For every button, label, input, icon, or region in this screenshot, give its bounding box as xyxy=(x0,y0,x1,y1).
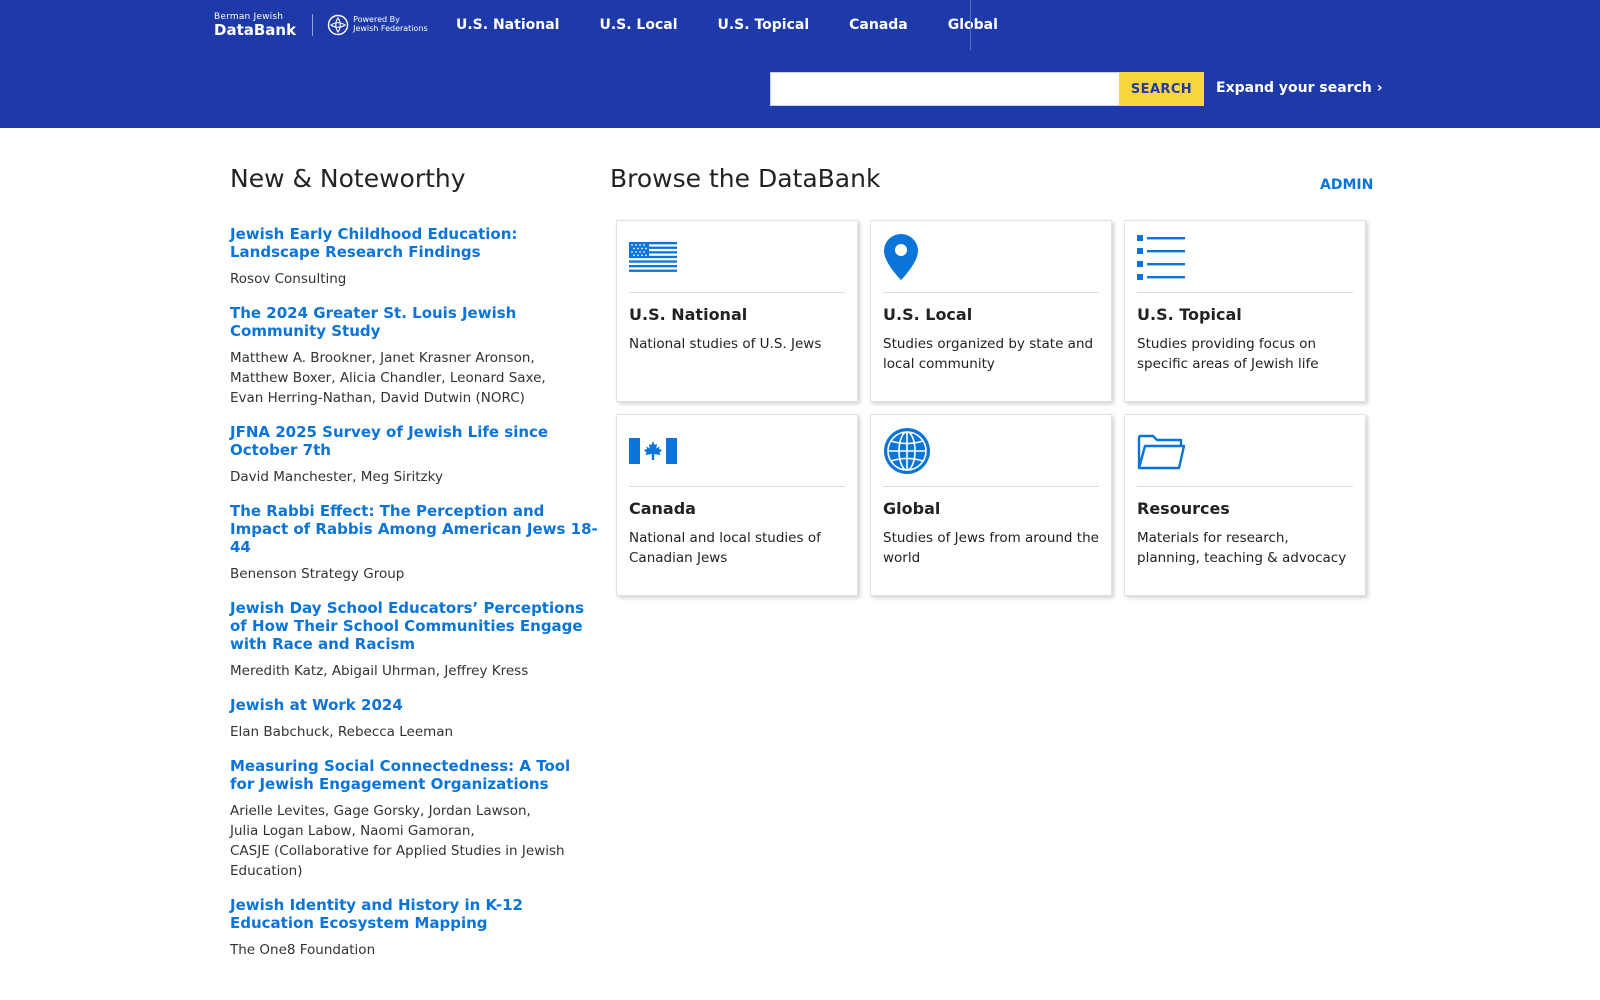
author-line: CASJE (Collaborative for Applied Studies… xyxy=(230,843,565,879)
author-line: Rosov Consulting xyxy=(230,271,347,287)
browse-section-title: Browse the DataBank xyxy=(610,164,881,193)
news-authors: Rosov Consulting xyxy=(230,269,598,289)
card-divider xyxy=(629,292,845,293)
author-line: Julia Logan Labow, Naomi Gamoran, xyxy=(230,823,475,839)
author-line: Evan Herring-Nathan, David Dutwin (NORC) xyxy=(230,390,525,406)
card-description: Studies organized by state and local com… xyxy=(883,336,1094,372)
news-title-link[interactable]: Jewish Day School Educators’ Perceptions… xyxy=(230,599,598,653)
news-title-link[interactable]: Jewish Early Childhood Education: Landsc… xyxy=(230,225,598,261)
card-title: U.S. Topical xyxy=(1137,305,1242,324)
news-title-link[interactable]: Measuring Social Connectedness: A Tool f… xyxy=(230,757,598,793)
browse-card-resources[interactable]: Resources Materials for research, planni… xyxy=(1124,414,1366,596)
federations-text: Jewish Federations xyxy=(353,24,428,33)
federations-logo: Powered By Jewish Federations xyxy=(327,14,428,36)
news-list: Jewish Early Childhood Education: Landsc… xyxy=(230,225,598,960)
list-icon xyxy=(1137,235,1185,280)
list-item: Jewish at Work 2024 Elan Babchuck, Rebec… xyxy=(230,696,598,742)
news-authors: Arielle Levites, Gage Gorsky, Jordan Law… xyxy=(230,801,598,881)
map-pin-icon xyxy=(884,234,918,280)
news-title-link[interactable]: The Rabbi Effect: The Perception and Imp… xyxy=(230,502,598,556)
news-authors: Elan Babchuck, Rebecca Leeman xyxy=(230,722,598,742)
nav-us-topical[interactable]: U.S. Topical xyxy=(718,17,810,33)
canada-flag-icon xyxy=(629,438,677,464)
news-authors: David Manchester, Meg Siritzky xyxy=(230,467,598,487)
card-title: Resources xyxy=(1137,499,1230,518)
news-authors: Benenson Strategy Group xyxy=(230,564,598,584)
nav-global[interactable]: Global xyxy=(948,17,998,33)
news-authors: The One8 Foundation xyxy=(230,940,598,960)
author-line: The One8 Foundation xyxy=(230,942,376,958)
nav-canada[interactable]: Canada xyxy=(849,17,908,33)
search-button[interactable]: SEARCH xyxy=(1119,72,1204,106)
author-line: David Manchester, Meg Siritzky xyxy=(230,469,443,485)
nav-divider xyxy=(970,0,971,50)
list-item: JFNA 2025 Survey of Jewish Life since Oc… xyxy=(230,423,598,487)
nav-us-local[interactable]: U.S. Local xyxy=(599,17,677,33)
card-divider xyxy=(883,292,1099,293)
author-line: Matthew A. Brookner, Janet Krasner Arons… xyxy=(230,350,535,366)
card-description: Studies providing focus on specific area… xyxy=(1137,336,1319,372)
browse-card-canada[interactable]: Canada National and local studies of Can… xyxy=(616,414,858,596)
list-item: Measuring Social Connectedness: A Tool f… xyxy=(230,757,598,881)
card-title: U.S. National xyxy=(629,305,748,324)
list-item: The Rabbi Effect: The Perception and Imp… xyxy=(230,502,598,584)
expand-search-link[interactable]: Expand your search › xyxy=(1216,80,1383,96)
list-item: Jewish Identity and History in K-12 Educ… xyxy=(230,896,598,960)
browse-card-us-national[interactable]: U.S. National National studies of U.S. J… xyxy=(616,220,858,402)
folder-icon xyxy=(1137,434,1185,470)
card-title: Canada xyxy=(629,499,696,518)
author-line: Elan Babchuck, Rebecca Leeman xyxy=(230,724,454,740)
federations-logo-text: Powered By Jewish Federations xyxy=(353,15,428,34)
author-line: Matthew Boxer, Alicia Chandler, Leonard … xyxy=(230,370,546,386)
news-title-link[interactable]: Jewish Identity and History in K-12 Educ… xyxy=(230,896,598,932)
card-description: Materials for research, planning, teachi… xyxy=(1137,530,1347,566)
news-title-link[interactable]: The 2024 Greater St. Louis Jewish Commun… xyxy=(230,304,598,340)
federations-emblem-icon xyxy=(327,14,349,36)
search-input[interactable] xyxy=(770,72,1120,106)
logo-line2: DataBank xyxy=(214,20,297,39)
author-line: Benenson Strategy Group xyxy=(230,566,405,582)
nav-us-national[interactable]: U.S. National xyxy=(456,17,559,33)
card-divider xyxy=(883,486,1099,487)
site-header: Berman Jewish DataBank Powered By Jewish… xyxy=(0,0,1600,128)
news-section-title: New & Noteworthy xyxy=(230,164,466,193)
news-title-link[interactable]: JFNA 2025 Survey of Jewish Life since Oc… xyxy=(230,423,598,459)
card-title: U.S. Local xyxy=(883,305,973,324)
card-divider xyxy=(629,486,845,487)
browse-card-us-topical[interactable]: U.S. Topical Studies providing focus on … xyxy=(1124,220,1366,402)
site-logo[interactable]: Berman Jewish DataBank Powered By Jewish… xyxy=(214,9,438,41)
card-description: National and local studies of Canadian J… xyxy=(629,530,821,566)
us-flag-icon xyxy=(629,242,677,272)
card-divider xyxy=(1137,292,1353,293)
databank-logo: Berman Jewish DataBank xyxy=(214,12,297,39)
main-nav: U.S. National U.S. Local U.S. Topical Ca… xyxy=(456,0,1012,50)
list-item: The 2024 Greater St. Louis Jewish Commun… xyxy=(230,304,598,408)
author-line: Meredith Katz, Abigail Uhrman, Jeffrey K… xyxy=(230,663,529,679)
news-section: New & Noteworthy Jewish Early Childhood … xyxy=(230,164,598,975)
news-authors: Meredith Katz, Abigail Uhrman, Jeffrey K… xyxy=(230,661,598,681)
browse-cards: U.S. National National studies of U.S. J… xyxy=(616,220,1366,596)
globe-icon xyxy=(884,428,930,474)
author-line: Arielle Levites, Gage Gorsky, Jordan Law… xyxy=(230,803,531,819)
admin-link[interactable]: ADMIN xyxy=(1320,177,1373,193)
card-divider xyxy=(1137,486,1353,487)
card-description: Studies of Jews from around the world xyxy=(883,530,1099,566)
list-item: Jewish Early Childhood Education: Landsc… xyxy=(230,225,598,289)
card-title: Global xyxy=(883,499,941,518)
logo-separator xyxy=(312,14,314,36)
list-item: Jewish Day School Educators’ Perceptions… xyxy=(230,599,598,681)
news-title-link[interactable]: Jewish at Work 2024 xyxy=(230,696,598,714)
browse-card-global[interactable]: Global Studies of Jews from around the w… xyxy=(870,414,1112,596)
news-authors: Matthew A. Brookner, Janet Krasner Arons… xyxy=(230,348,598,408)
card-description: National studies of U.S. Jews xyxy=(629,336,822,352)
browse-card-us-local[interactable]: U.S. Local Studies organized by state an… xyxy=(870,220,1112,402)
